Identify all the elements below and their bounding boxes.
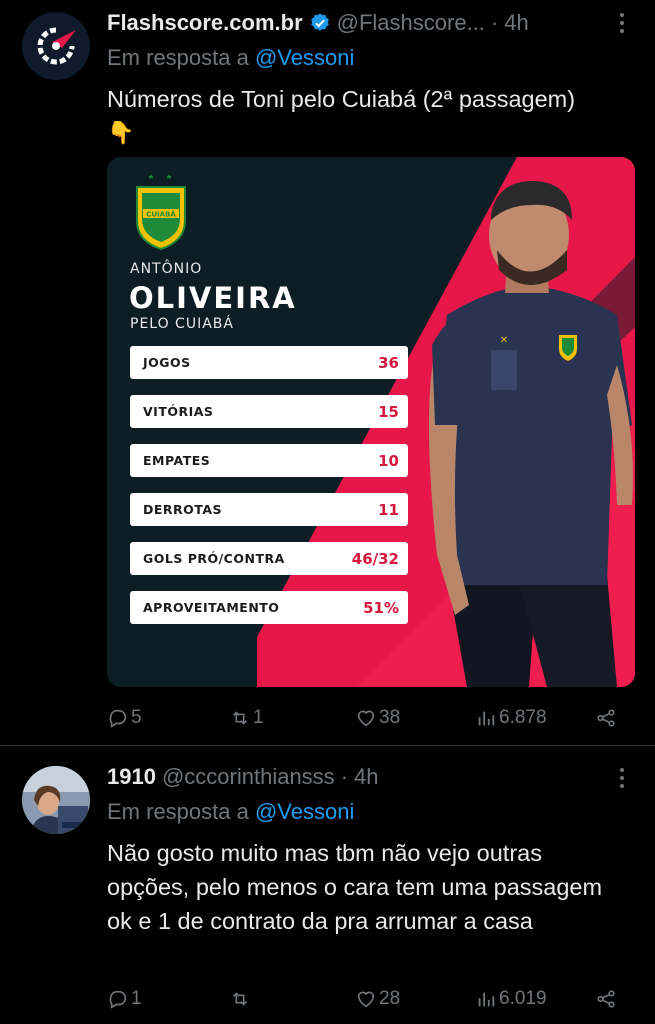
retweet-icon xyxy=(232,711,248,725)
reply-context: Em resposta a @Vessoni xyxy=(107,797,354,827)
tweet-flashscore[interactable]: Flashscore.com.br @Flashscore... · 4h Em… xyxy=(0,0,655,746)
views-chart-icon xyxy=(478,711,495,726)
stat-label: EMPATES xyxy=(143,453,211,468)
stat-value: 10 xyxy=(378,451,399,470)
stat-value: 15 xyxy=(378,402,399,421)
reply-prefix: Em resposta a xyxy=(107,45,255,70)
stat-label: APROVEITAMENTO xyxy=(143,600,280,615)
views-count: 6.019 xyxy=(499,988,547,1009)
reply-prefix: Em resposta a xyxy=(107,799,255,824)
stat-label: GOLS PRÓ/CONTRA xyxy=(143,551,285,566)
svg-text:CUIABÁ: CUIABÁ xyxy=(146,210,176,219)
reply-mention-link[interactable]: @Vessoni xyxy=(255,799,354,824)
time-separator: · xyxy=(490,10,499,35)
views-button[interactable]: 6.019 xyxy=(475,984,547,1014)
views-button[interactable]: 6.878 xyxy=(475,703,547,733)
cuiaba-crest-icon: CUIABÁ xyxy=(136,174,186,251)
stat-row: APROVEITAMENTO 51% xyxy=(130,591,408,624)
reply-icon xyxy=(109,990,127,1009)
stat-value: 46/32 xyxy=(351,549,399,568)
stat-value: 36 xyxy=(378,353,399,372)
share-button[interactable] xyxy=(595,703,619,733)
stat-row: DERROTAS 11 xyxy=(130,493,408,526)
coach-subtitle: PELO CUIABÁ xyxy=(130,316,234,332)
tweet-header: Flashscore.com.br @Flashscore... · 4h xyxy=(107,8,615,38)
stats-graphic-image[interactable]: CUIABÁ ANTÔNIO OLIVEIRA PELO CUIABÁ JOGO… xyxy=(107,157,635,687)
more-options-icon[interactable] xyxy=(619,13,625,35)
flashscore-logo-icon xyxy=(22,12,90,80)
author-name[interactable]: 1910 xyxy=(107,764,156,790)
views-count: 6.878 xyxy=(499,707,547,728)
stat-row: JOGOS 36 xyxy=(130,346,408,379)
coach-first-name: ANTÔNIO xyxy=(130,261,203,277)
stat-row: GOLS PRÓ/CONTRA 46/32 xyxy=(130,542,408,575)
stat-row: EMPATES 10 xyxy=(130,444,408,477)
user-avatar[interactable] xyxy=(22,766,90,834)
tweet-1910[interactable]: 1910 @cccorinthiansss · 4h Em resposta a… xyxy=(0,746,655,1024)
like-button[interactable]: 28 xyxy=(355,984,400,1014)
reply-count: 1 xyxy=(131,988,142,1009)
author-name[interactable]: Flashscore.com.br xyxy=(107,10,303,36)
tweet-text: Não gosto muito mas tbm não vejo outras … xyxy=(107,840,603,934)
tweet-time[interactable]: 4h xyxy=(504,10,528,36)
views-chart-icon xyxy=(478,992,495,1007)
stat-label: VITÓRIAS xyxy=(143,404,214,419)
coach-photo: ✕ xyxy=(428,180,633,687)
author-handle[interactable]: @Flashscore... xyxy=(337,10,485,36)
stat-value: 51% xyxy=(363,598,399,617)
tweet-text: Números de Toni pelo Cuiabá (2ª passagem… xyxy=(107,82,635,150)
reply-button[interactable]: 5 xyxy=(107,703,142,733)
reply-context: Em resposta a @Vessoni xyxy=(107,43,354,73)
avatar-photo xyxy=(22,766,90,834)
reply-button[interactable]: 1 xyxy=(107,984,142,1014)
retweet-button[interactable] xyxy=(229,984,253,1014)
tweet-time[interactable]: 4h xyxy=(354,764,378,790)
svg-text:✕: ✕ xyxy=(500,335,508,346)
reply-icon xyxy=(109,709,127,728)
heart-icon xyxy=(357,710,375,727)
stat-label: DERROTAS xyxy=(143,502,223,517)
pointing-down-emoji: 👇 xyxy=(107,120,135,145)
more-options-icon[interactable] xyxy=(619,768,625,790)
share-icon xyxy=(597,990,615,1008)
like-button[interactable]: 38 xyxy=(355,703,400,733)
like-count: 28 xyxy=(379,988,401,1009)
heart-icon xyxy=(357,991,375,1008)
reply-count: 5 xyxy=(131,707,142,728)
coach-last-name: OLIVEIRA xyxy=(129,281,297,315)
like-count: 38 xyxy=(379,707,401,728)
stat-value: 11 xyxy=(378,500,399,519)
retweet-icon xyxy=(232,992,248,1006)
retweet-count: 1 xyxy=(253,707,264,728)
time-separator: · xyxy=(340,764,349,789)
stat-row: VITÓRIAS 15 xyxy=(130,395,408,428)
verified-badge-icon xyxy=(310,13,329,31)
retweet-button[interactable]: 1 xyxy=(229,703,264,733)
tweet-header: 1910 @cccorinthiansss · 4h xyxy=(107,762,615,792)
tweet-text-line: Números de Toni pelo Cuiabá (2ª passagem… xyxy=(107,86,576,112)
stat-label: JOGOS xyxy=(143,355,191,370)
tweet-actions: 1 28 6.019 xyxy=(107,984,635,1014)
share-icon xyxy=(597,709,615,727)
share-button[interactable] xyxy=(595,984,619,1014)
flashscore-avatar[interactable] xyxy=(22,12,90,80)
tweet-actions: 5 1 38 6.878 xyxy=(107,703,635,733)
reply-mention-link[interactable]: @Vessoni xyxy=(255,45,354,70)
author-handle[interactable]: @cccorinthiansss xyxy=(162,764,335,790)
